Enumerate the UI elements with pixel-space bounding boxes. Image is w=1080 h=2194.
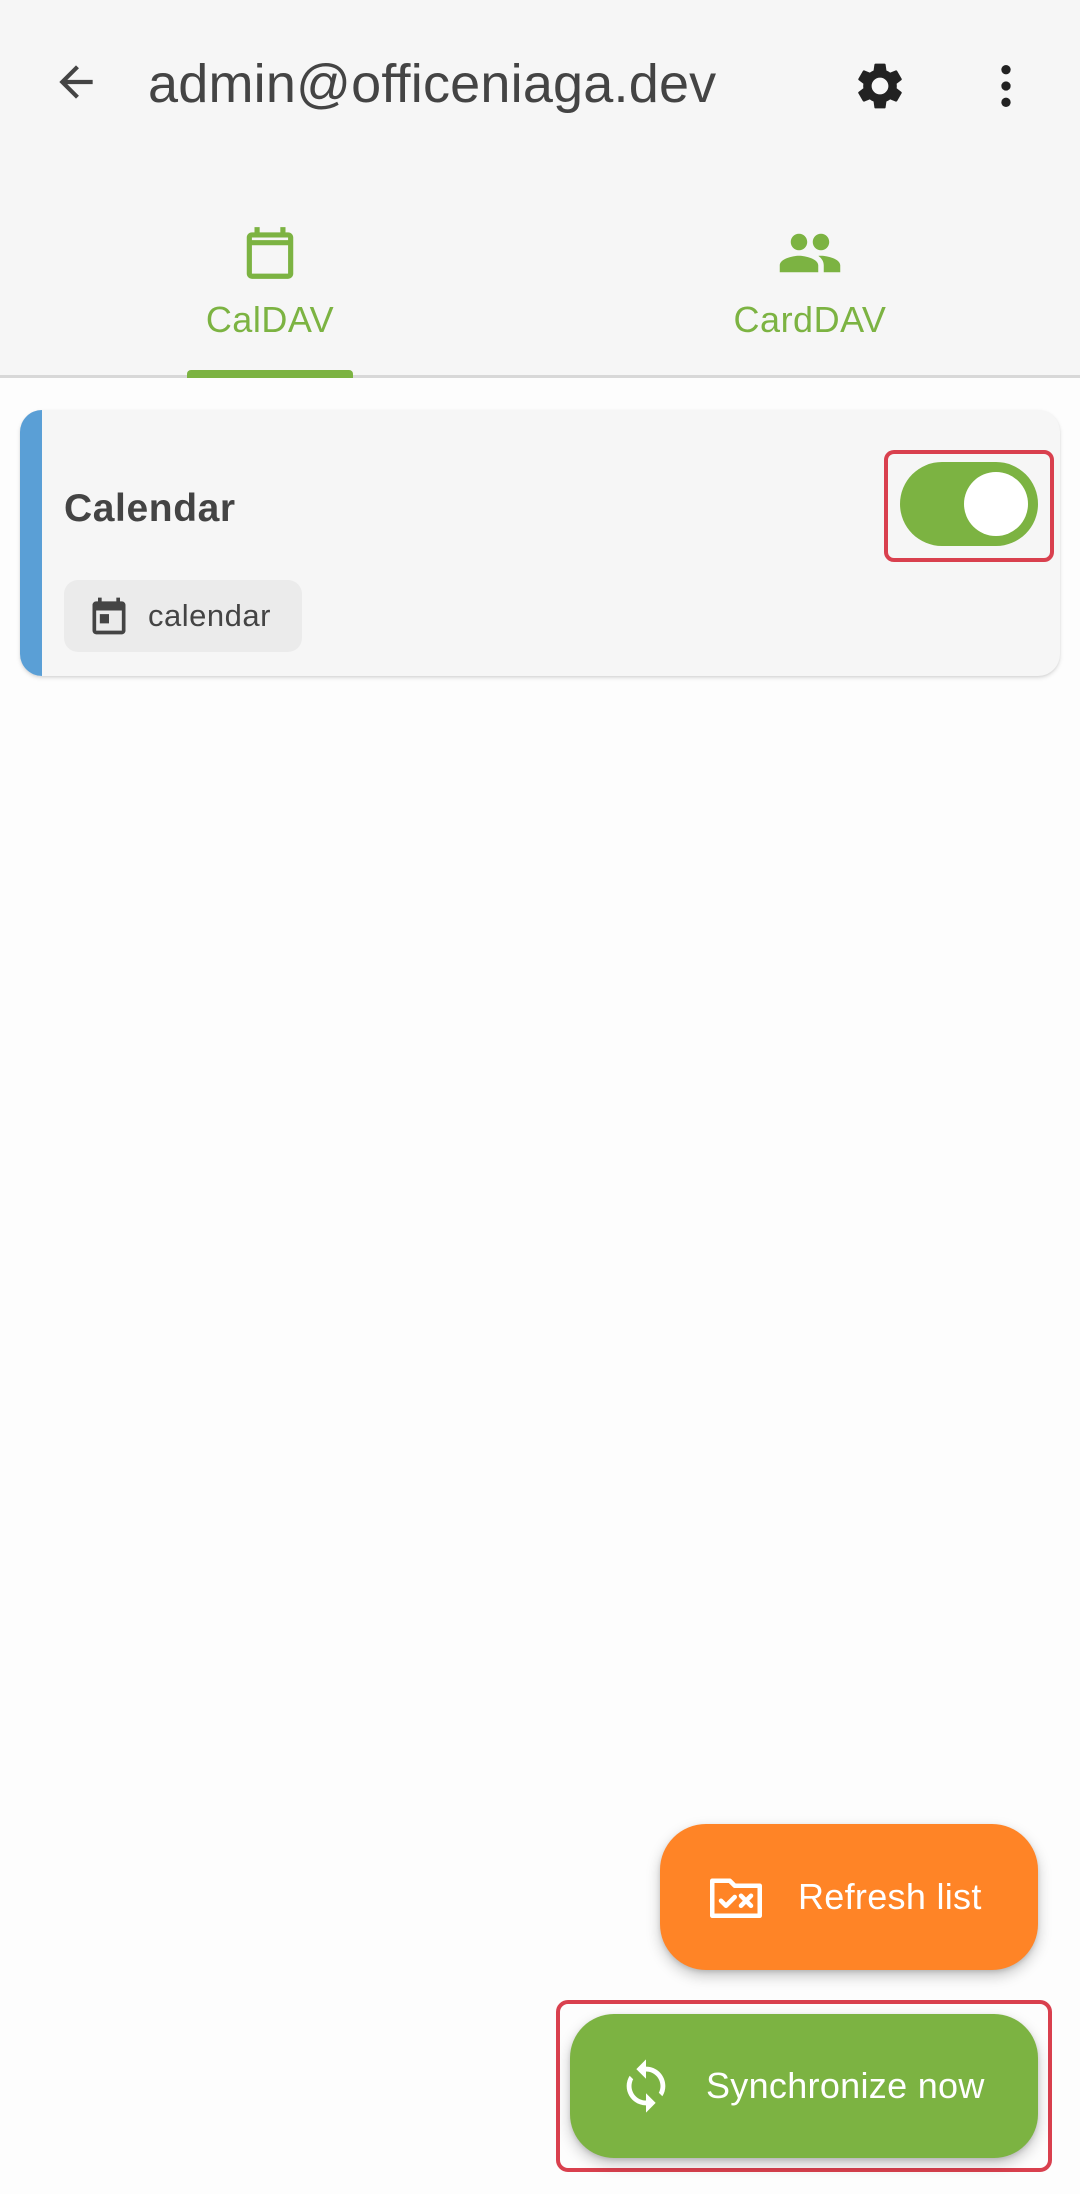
toggle-knob — [964, 472, 1028, 536]
gear-icon — [858, 63, 902, 109]
collection-color-strip — [20, 410, 42, 676]
people-icon — [775, 218, 845, 288]
calendar-event-icon — [86, 593, 132, 639]
tab-carddav-label: CardDAV — [733, 299, 887, 340]
calendar-icon — [235, 218, 305, 288]
more-options-button[interactable] — [970, 50, 1042, 122]
chip-label: calendar — [148, 598, 271, 633]
synchronize-now-button[interactable]: Synchronize now — [570, 2014, 1038, 2158]
app-bar: admin@officeniaga.dev — [0, 0, 1080, 170]
collection-type-chip: calendar — [64, 580, 302, 652]
collection-title: Calendar — [64, 487, 236, 530]
arrow-left-icon — [59, 65, 93, 99]
tab-bar: CalDAV CardDAV — [0, 170, 1080, 378]
tab-carddav[interactable]: CardDAV — [540, 170, 1080, 375]
tab-caldav[interactable]: CalDAV — [0, 170, 540, 375]
refresh-list-button[interactable]: Refresh list — [660, 1824, 1038, 1970]
sync-icon — [616, 2056, 676, 2116]
sync-enable-toggle[interactable] — [900, 462, 1038, 546]
synchronize-now-label: Synchronize now — [706, 2065, 985, 2106]
tab-caldav-label: CalDAV — [205, 299, 335, 340]
more-vertical-icon — [1001, 65, 1011, 107]
settings-button[interactable] — [844, 50, 916, 122]
refresh-list-label: Refresh list — [798, 1876, 982, 1917]
tab-indicator — [187, 370, 353, 378]
folder-sync-icon — [706, 1867, 766, 1927]
back-button[interactable] — [40, 46, 112, 118]
page-title: admin@officeniaga.dev — [148, 54, 717, 114]
account-screen: admin@officeniaga.dev CalDAV CardDAV Cal… — [0, 0, 1080, 2194]
